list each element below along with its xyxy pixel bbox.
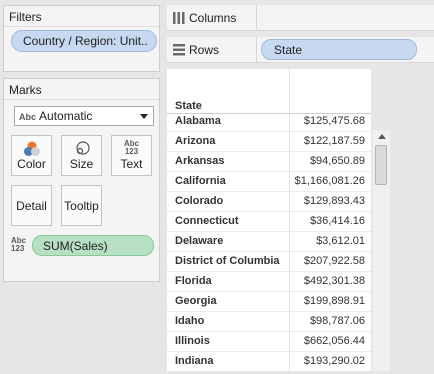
table-row[interactable]: Alabama $125,475.68: [167, 112, 371, 132]
state-name: Idaho: [175, 315, 205, 327]
state-name: Arizona: [175, 135, 216, 147]
tooltip-button[interactable]: Tooltip: [61, 185, 102, 226]
table-row[interactable]: District of Columbia $207,922.58: [167, 252, 371, 272]
detail-button-label: Detail: [16, 199, 47, 213]
marks-title: Marks: [9, 83, 42, 97]
marks-divider: [4, 99, 159, 100]
rows-shelf-label: Rows: [169, 37, 257, 63]
sales-value: $193,290.02: [303, 355, 365, 367]
mark-type-value: Automatic: [39, 109, 93, 123]
rows-label-text: Rows: [189, 43, 220, 57]
text-button[interactable]: Abc 123 Text: [111, 135, 152, 176]
sales-value: $122,187.59: [303, 135, 365, 147]
state-name: Georgia: [175, 295, 217, 307]
sales-value: $662,056.44: [303, 335, 365, 347]
sales-value: $1,166,081.26: [294, 175, 365, 187]
rows-shelf[interactable]: Rows State: [167, 37, 434, 63]
state-name: Delaware: [175, 235, 224, 247]
table-row[interactable]: Arkansas $94,650.89: [167, 152, 371, 172]
sum-sales-pill[interactable]: SUM(Sales): [32, 235, 154, 256]
state-rows-pill[interactable]: State: [261, 39, 417, 60]
sales-value: $36,414.16: [309, 215, 365, 227]
chevron-down-icon[interactable]: [140, 114, 148, 119]
color-button-label: Color: [17, 157, 46, 171]
table-row[interactable]: Colorado $129,893.43: [167, 192, 371, 212]
sales-value: $492,301.38: [303, 275, 365, 287]
sum-icon-bottom: 123: [11, 244, 25, 253]
marks-card: Marks Abc Automatic Color Size Abc 123 Te…: [3, 78, 160, 282]
color-button[interactable]: Color: [11, 135, 52, 176]
columns-icon: [173, 12, 185, 24]
scroll-up-arrow-icon[interactable]: [378, 134, 386, 139]
color-palette-icon: [24, 141, 40, 156]
view-table: State Alabama $125,475.68 Arizona $122,187.…: [167, 69, 371, 371]
size-button[interactable]: Size: [61, 135, 102, 176]
mark-type-dropdown[interactable]: Abc Automatic: [14, 106, 154, 126]
state-name: Colorado: [175, 195, 224, 207]
text-button-label: Text: [120, 157, 143, 171]
state-name: District of Columbia: [175, 255, 280, 267]
table-row[interactable]: Idaho $98,787.06: [167, 312, 371, 332]
sales-value: $98,787.06: [309, 315, 365, 327]
text-icon-bottom: 123: [124, 147, 139, 156]
state-name: Illinois: [175, 335, 210, 347]
table-row[interactable]: Delaware $3,612.01: [167, 232, 371, 252]
table-row[interactable]: Illinois $662,056.44: [167, 332, 371, 352]
tooltip-button-label: Tooltip: [64, 199, 99, 213]
sales-value: $3,612.01: [316, 235, 365, 247]
state-name: California: [175, 175, 226, 187]
filters-title: Filters: [9, 10, 42, 24]
vertical-scrollbar[interactable]: [373, 130, 390, 371]
state-column-header[interactable]: State: [175, 100, 202, 112]
table-row[interactable]: Georgia $199,898.91: [167, 292, 371, 312]
sales-value: $207,922.58: [303, 255, 365, 267]
sales-value: $199,898.91: [303, 295, 365, 307]
table-row[interactable]: Arizona $122,187.59: [167, 132, 371, 152]
columns-label-text: Columns: [189, 11, 237, 25]
text-mark-icon: Abc: [19, 112, 37, 122]
state-name: Florida: [175, 275, 212, 287]
state-name: Alabama: [175, 115, 221, 127]
scrollbar-thumb[interactable]: [375, 145, 387, 185]
text-label-icon: Abc 123: [112, 140, 151, 156]
size-button-label: Size: [69, 157, 94, 171]
table-row[interactable]: Florida $492,301.38: [167, 272, 371, 292]
table-row[interactable]: California $1,166,081.26: [167, 172, 371, 192]
filters-card: Filters Country / Region: Unit..: [3, 5, 160, 72]
sales-value: $125,475.68: [303, 115, 365, 127]
country-region-filter-pill[interactable]: Country / Region: Unit..: [11, 30, 157, 52]
table-row[interactable]: Connecticut $36,414.16: [167, 212, 371, 232]
sales-value: $94,650.89: [309, 155, 365, 167]
state-name: Indiana: [175, 355, 214, 367]
filters-divider: [4, 26, 159, 27]
size-icon: [76, 141, 90, 155]
columns-shelf[interactable]: Columns: [167, 5, 434, 31]
state-name: Arkansas: [175, 155, 225, 167]
sales-value: $129,893.43: [303, 195, 365, 207]
state-name: Connecticut: [175, 215, 239, 227]
text-encoding-icon: Abc 123: [11, 237, 26, 253]
detail-button[interactable]: Detail: [11, 185, 52, 226]
table-row[interactable]: Indiana $193,290.02: [167, 352, 371, 371]
rows-icon: [173, 44, 185, 56]
columns-shelf-label: Columns: [169, 5, 257, 31]
